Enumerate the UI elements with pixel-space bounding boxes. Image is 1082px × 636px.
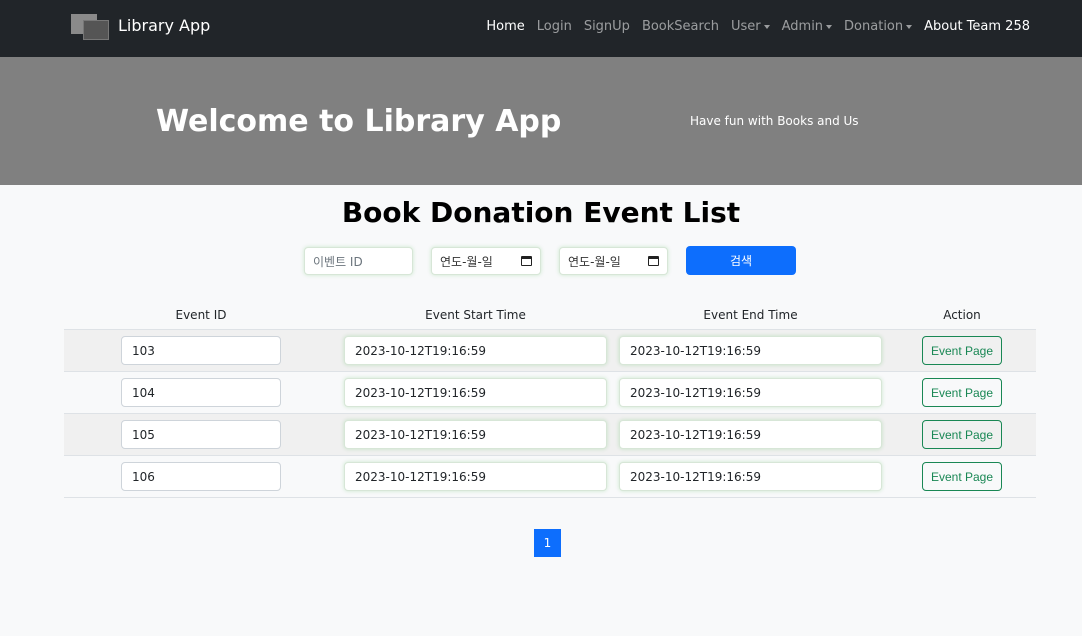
nav-dropdown-user-label: User: [730, 19, 761, 34]
table-row: 105 2023-10-12T19:16:59 2023-10-12T19:16…: [64, 414, 1036, 456]
caret-down-icon: [826, 24, 833, 29]
nav-links: Home Login SignUp BookSearch User Admin …: [486, 19, 1030, 34]
nav-link-home[interactable]: Home: [486, 19, 524, 34]
start-time-field[interactable]: 2023-10-12T19:16:59: [344, 420, 607, 449]
table-row: 104 2023-10-12T19:16:59 2023-10-12T19:16…: [64, 372, 1036, 414]
end-time-field[interactable]: 2023-10-12T19:16:59: [619, 462, 882, 491]
event-id-field[interactable]: 106: [121, 462, 281, 491]
hero-banner: Welcome to Library App Have fun with Boo…: [0, 57, 1082, 185]
event-id-field[interactable]: 104: [121, 378, 281, 407]
nav-dropdown-admin-label: Admin: [781, 19, 824, 34]
event-id-search-input[interactable]: 이벤트 ID: [304, 247, 413, 275]
nav-link-booksearch[interactable]: BookSearch: [642, 19, 719, 34]
end-time-field[interactable]: 2023-10-12T19:16:59: [619, 420, 882, 449]
event-id-field[interactable]: 105: [121, 420, 281, 449]
event-id-field[interactable]: 103: [121, 336, 281, 365]
nav-link-login[interactable]: Login: [537, 19, 572, 34]
table-row: 103 2023-10-12T19:16:59 2023-10-12T19:16…: [64, 330, 1036, 372]
header-start-time: Event Start Time: [425, 308, 526, 322]
end-time-field[interactable]: 2023-10-12T19:16:59: [619, 336, 882, 365]
table-row: 106 2023-10-12T19:16:59 2023-10-12T19:16…: [64, 456, 1036, 498]
nav-link-signup[interactable]: SignUp: [584, 19, 630, 34]
nav-link-about[interactable]: About Team 258: [924, 19, 1030, 34]
end-time-field[interactable]: 2023-10-12T19:16:59: [619, 378, 882, 407]
event-table: Event ID Event Start Time Event End Time…: [64, 302, 1036, 498]
header-event-id: Event ID: [175, 308, 227, 322]
calendar-icon[interactable]: [521, 256, 532, 266]
table-header: Event ID Event Start Time Event End Time…: [64, 302, 1036, 330]
brand-name[interactable]: Library App: [118, 16, 210, 35]
hero-subtitle: Have fun with Books and Us: [690, 114, 859, 128]
header-end-time: Event End Time: [703, 308, 798, 322]
end-date-placeholder: 연도-월-일: [568, 254, 621, 269]
nav-dropdown-admin[interactable]: Admin: [781, 19, 833, 34]
event-page-button[interactable]: Event Page: [922, 336, 1002, 365]
pagination-page-1[interactable]: 1: [534, 529, 561, 557]
start-date-input[interactable]: 연도-월-일: [431, 247, 541, 275]
caret-down-icon: [763, 24, 770, 29]
nav-dropdown-donation-label: Donation: [844, 19, 904, 34]
brand-logo-icon[interactable]: [71, 14, 109, 40]
calendar-icon[interactable]: [648, 256, 659, 266]
caret-down-icon: [906, 24, 913, 29]
end-date-input[interactable]: 연도-월-일: [559, 247, 668, 275]
header-action: Action: [943, 308, 981, 322]
event-page-button[interactable]: Event Page: [922, 462, 1002, 491]
page-title: Book Donation Event List: [341, 196, 741, 229]
event-page-button[interactable]: Event Page: [922, 420, 1002, 449]
nav-dropdown-user[interactable]: User: [731, 19, 770, 34]
nav-dropdown-donation[interactable]: Donation: [844, 19, 913, 34]
hero-title: Welcome to Library App: [156, 104, 562, 139]
search-button[interactable]: 검색: [686, 246, 796, 275]
start-time-field[interactable]: 2023-10-12T19:16:59: [344, 378, 607, 407]
event-page-button[interactable]: Event Page: [922, 378, 1002, 407]
start-time-field[interactable]: 2023-10-12T19:16:59: [344, 336, 607, 365]
navbar: Library App Home Login SignUp BookSearch…: [0, 0, 1082, 57]
start-date-placeholder: 연도-월-일: [440, 254, 493, 269]
start-time-field[interactable]: 2023-10-12T19:16:59: [344, 462, 607, 491]
event-id-placeholder: 이벤트 ID: [313, 254, 363, 269]
